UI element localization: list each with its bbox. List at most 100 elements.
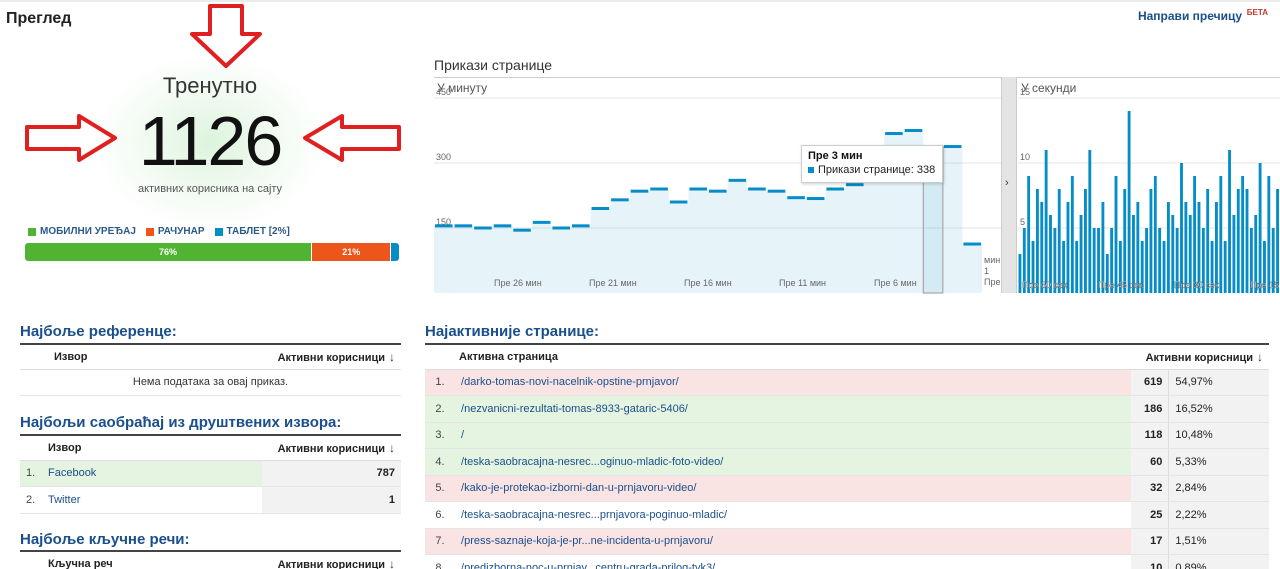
tooltip-swatch <box>808 167 814 173</box>
page-path-link[interactable]: /nezvanicni-rezultati-tomas-8933-gataric… <box>461 403 688 415</box>
social-source-link[interactable]: Facebook <box>48 467 96 479</box>
tooltip-title: Пре 3 мин <box>808 150 863 162</box>
row-index: 8. <box>425 554 456 569</box>
chart-tooltip: Пре 3 мин Прикази странице: 338 <box>801 145 943 183</box>
col-active-users-label: Активни корисници <box>277 442 385 455</box>
table-row: 8. /predizborna-noc-u-prnjav...centru-gra… <box>425 554 1269 569</box>
create-shortcut-link[interactable]: Направи пречицу <box>1138 9 1242 23</box>
row-percent: 2,22% <box>1168 501 1269 529</box>
second-bar <box>1079 215 1083 293</box>
page-path-link[interactable]: /darko-tomas-novi-nacelnik-opstine-prnja… <box>461 376 679 388</box>
col-active-users[interactable]: Активни корисници ↓ <box>157 344 401 370</box>
minute-bar <box>650 187 668 191</box>
minute-bar <box>493 224 512 228</box>
page-path-link[interactable]: /kako-je-protekao-izborni-dan-u-prnjavor… <box>461 482 696 494</box>
table-row: 4. /teska-saobracajna-nesrec...oginuo-mla… <box>425 448 1269 476</box>
page-path-link[interactable]: /press-saznaje-koja-je-pr...ne-incidenta… <box>461 535 713 547</box>
legend-mobile-swatch <box>28 227 36 236</box>
device-segment: 76% <box>25 243 313 261</box>
row-percent: 0,89% <box>1168 554 1269 569</box>
down-arrow-icon <box>190 4 262 68</box>
page-title: Преглед <box>6 10 72 27</box>
col-active-page[interactable]: Активна страница <box>425 344 1131 370</box>
minute-bar <box>885 132 903 136</box>
chevron-right-icon[interactable]: › <box>1005 177 1009 189</box>
per-second-chart: 15 10 5 Пре 60 сек Пре 45 сек Пре 30 сек Пре 1… <box>1018 87 1280 293</box>
x-tick-label: Пре 16 мин <box>684 278 732 288</box>
x-tick-label: Пре 15 сек <box>1250 280 1280 290</box>
second-bar <box>1180 163 1183 293</box>
second-bar <box>1075 241 1079 293</box>
x-tick-label: Пре 11 мин <box>779 278 826 288</box>
table-row: 1. Facebook 787 <box>20 460 401 487</box>
minute-bar <box>846 183 864 187</box>
chart-divider[interactable]: › <box>1001 77 1017 293</box>
second-bar <box>1088 150 1092 293</box>
per-minute-chart: 450300150Пре 26 мин Пре 21 мин Пре 16 мин П… <box>434 87 1001 294</box>
second-bar <box>1027 176 1031 293</box>
row-value: 60 <box>1130 448 1170 476</box>
sort-down-icon[interactable]: ↓ <box>1257 350 1263 364</box>
x-tick-label: 1 <box>984 266 989 276</box>
minute-bar <box>689 187 707 191</box>
tooltip-row: Прикази странице: 338 <box>808 164 936 176</box>
minute-bar <box>513 228 531 232</box>
x-tick-label: Пре 26 мин <box>494 278 542 288</box>
row-percent: 1,51% <box>1168 528 1269 555</box>
social-source-link[interactable]: Twitter <box>48 494 80 506</box>
y-tick-label: 5 <box>1020 217 1025 227</box>
table-row: 2. /nezvanicni-rezultati-tomas-8933-gatar… <box>425 395 1269 423</box>
second-bar <box>1092 228 1096 293</box>
minute-bar <box>748 187 766 191</box>
pages-heading: Најактивније странице: <box>425 323 599 340</box>
row-value: 17 <box>1130 528 1170 555</box>
minute-bar <box>552 226 570 230</box>
keywords-table: Кључна реч Активни корисници ↓ <box>20 550 401 569</box>
col-active-users[interactable]: Активни корисници ↓ <box>1130 344 1269 370</box>
sort-down-icon[interactable]: ↓ <box>389 350 395 364</box>
second-bar <box>1162 241 1166 293</box>
minute-bar <box>474 226 492 230</box>
row-index: 2. <box>425 395 456 423</box>
col-source[interactable]: Извор <box>20 344 158 370</box>
row-percent: 54,97% <box>1168 369 1269 396</box>
col-keyword[interactable]: Кључна реч <box>20 551 185 569</box>
x-tick-label: Пре <box>984 277 1000 287</box>
page-path-link[interactable]: /teska-saobracajna-nesrec...oginuo-mladi… <box>461 456 723 468</box>
page-path-link[interactable]: / <box>461 429 464 441</box>
second-bar <box>1070 176 1074 293</box>
minute-bar <box>435 224 453 228</box>
second-bar <box>1158 228 1162 293</box>
device-legend: МОБИЛНИ УРЕЂАЈ РАЧУНАР ТАБЛЕТ [2%] <box>28 226 290 237</box>
realtime-label: Тренутно <box>162 73 258 98</box>
second-bar <box>1219 176 1223 293</box>
second-bar <box>1149 189 1153 293</box>
row-percent: 2,84% <box>1168 475 1269 502</box>
col-active-users[interactable]: Активни корисници ↓ <box>262 435 401 461</box>
second-bar <box>1114 176 1118 293</box>
page-path-link[interactable]: /teska-saobracajna-nesrec...prnjavora-po… <box>461 509 727 521</box>
x-tick-label: Пре 6 мин <box>874 278 917 288</box>
minute-bar <box>572 224 590 228</box>
sort-down-icon[interactable]: ↓ <box>389 441 395 455</box>
col-source[interactable]: Извор <box>20 435 262 461</box>
beta-badge: БЕТА <box>1246 8 1268 17</box>
x-tick-label: мин <box>984 255 1000 265</box>
x-tick-label: Пре 45 сек <box>1098 280 1143 290</box>
page-path-link[interactable]: /predizborna-noc-u-prnjav...centru-grada… <box>461 562 715 569</box>
device-segment <box>391 243 399 261</box>
minute-bar <box>943 145 962 149</box>
device-segment: 21% <box>312 243 392 261</box>
second-bar <box>1057 189 1061 293</box>
y-tick-label: 450 <box>436 87 451 97</box>
minute-bar <box>669 200 688 204</box>
row-value: 787 <box>262 460 401 487</box>
second-bar <box>1018 254 1022 293</box>
second-bar <box>1206 189 1210 293</box>
col-active-users[interactable]: Активни корисници ↓ <box>184 551 401 569</box>
referrals-heading: Најбоље референце: <box>20 323 177 340</box>
second-bar <box>1193 176 1197 293</box>
row-value: 118 <box>1130 422 1170 449</box>
table-row: 6. /teska-saobracajna-nesrec...prnjavora-… <box>425 501 1269 529</box>
sort-down-icon[interactable]: ↓ <box>389 557 395 569</box>
